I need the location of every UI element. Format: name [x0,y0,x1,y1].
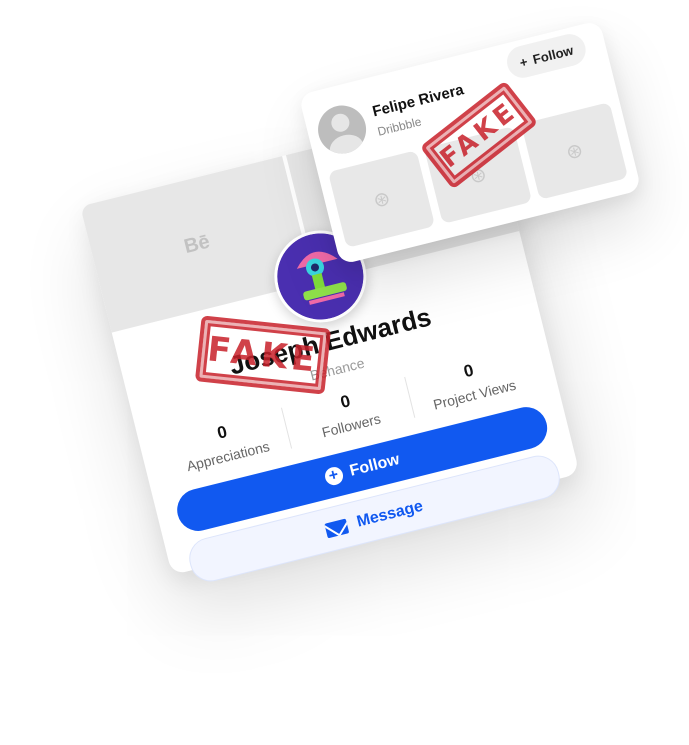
dribbble-icon: ⊛ [563,138,586,165]
scene: Bē Bē Joseph Edwards Behance 0 Appreciat… [0,0,689,745]
plus-icon: + [517,53,529,70]
thumbnail[interactable]: ⊛ [327,150,436,248]
follow-button-label: Follow [348,451,402,480]
dribbble-icon: ⊛ [371,186,393,213]
avatar-placeholder-icon[interactable] [312,100,372,159]
stat-project-views: 0 Project Views [404,346,538,418]
plus-circle-icon: + [322,465,345,488]
envelope-icon [324,517,350,538]
thumbnail[interactable]: ⊛ [520,102,629,200]
message-button-label: Message [355,497,425,531]
follow-button[interactable]: + Follow [503,30,590,82]
follow-button-label: Follow [531,42,575,67]
fake-stamp: FAKE [194,315,332,395]
stat-appreciations: 0 Appreciations [159,408,291,479]
behance-icon: Bē [181,230,212,258]
cover-tile[interactable]: Bē [80,156,314,333]
